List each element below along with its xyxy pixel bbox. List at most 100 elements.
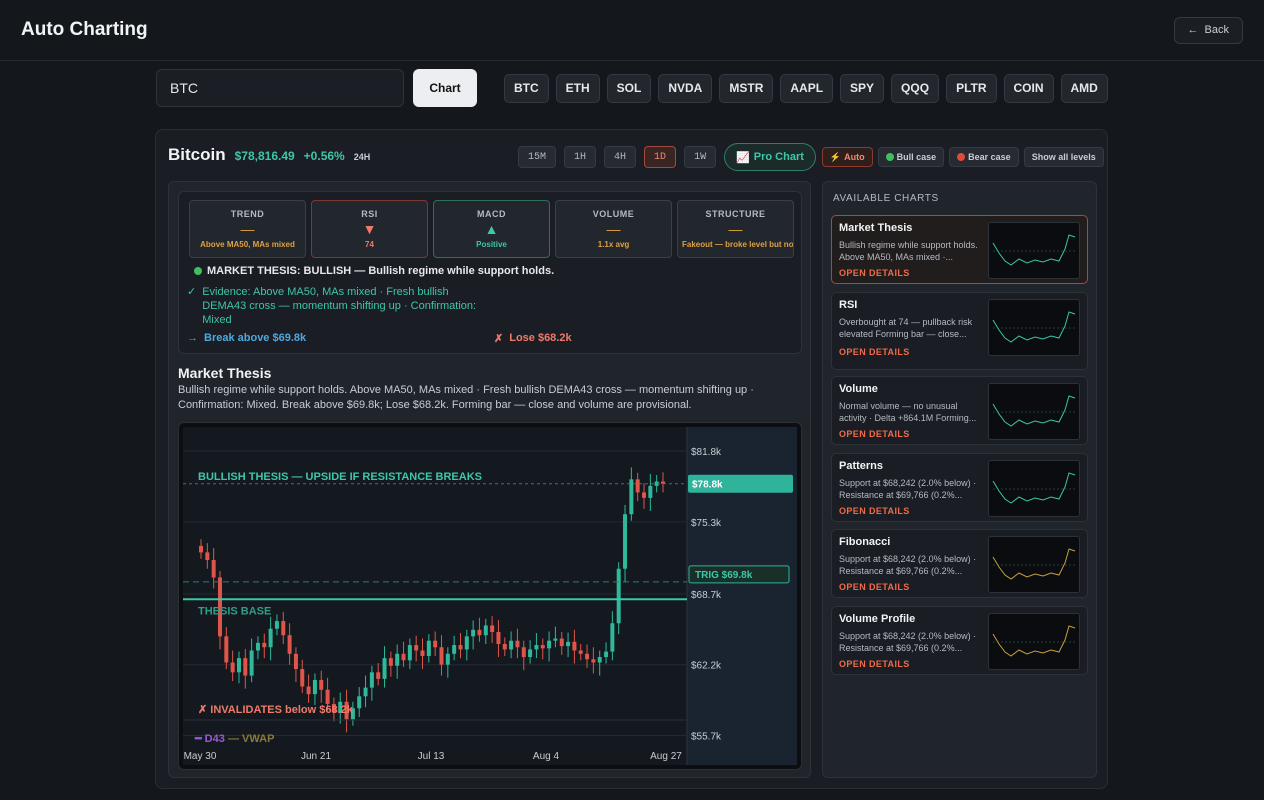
chart-card-market-thesis[interactable]: Market Thesis Bullish regime while suppo… [831, 215, 1088, 284]
back-button[interactable]: ← Back [1173, 16, 1243, 44]
timeframe-1d[interactable]: 1D [644, 146, 677, 168]
candle-body [426, 640, 431, 656]
thesis-evidence: ✓ Evidence: Above MA50, MAs mixed · Fres… [187, 285, 477, 327]
chart-card-rsi[interactable]: RSI Overbought at 74 — pullback risk ele… [831, 292, 1088, 370]
lose-level-text: Lose $68.2k [509, 332, 572, 344]
ticker-sol[interactable]: SOL [606, 73, 652, 103]
ticker-nvda[interactable]: NVDA [658, 73, 713, 103]
ticker-qqq[interactable]: QQQ [891, 73, 940, 103]
open-details-link[interactable]: OPEN DETAILS [839, 659, 910, 669]
metric-label: TREND [230, 209, 265, 219]
metric-label: STRUCTURE [705, 209, 766, 219]
open-details-link[interactable]: OPEN DETAILS [839, 268, 910, 278]
symbol-search-input[interactable] [156, 69, 404, 107]
bull-case-toggle[interactable]: Bull case [877, 147, 945, 167]
timeframe-15m[interactable]: 15M [518, 146, 557, 168]
ticker-pltr[interactable]: PLTR [946, 73, 997, 103]
y-tick-label: $75.3k [691, 518, 722, 529]
candle-body [369, 672, 374, 688]
chart-card-patterns[interactable]: Patterns Support at $68,242 (2.0% below)… [831, 453, 1088, 522]
candle-body [363, 687, 368, 697]
candle-body [249, 650, 254, 676]
candle-body [642, 492, 647, 498]
price-chart[interactable]: $81.8k $75.3k $68.7k $62.2k $55.7k May 30 Jun … [178, 422, 802, 770]
candle-body [243, 658, 248, 676]
thumbnail-line [992, 625, 1076, 657]
green-dot-icon [885, 153, 894, 161]
auto-label: Auto [844, 152, 865, 162]
candle-body [268, 628, 273, 648]
ticker-btc[interactable]: BTC [504, 73, 549, 103]
candle-body [224, 636, 229, 663]
card-thumbnail [988, 222, 1080, 279]
cross-icon: ✗ [494, 333, 504, 345]
candle-body [306, 686, 311, 695]
auto-toggle[interactable]: ⚡ Auto [821, 147, 873, 167]
pro-chart-label: Pro Chart [753, 151, 804, 163]
ticker-coin[interactable]: COIN [1003, 73, 1054, 103]
card-description: Support at $68,242 (2.0% below) · Resist… [839, 478, 977, 500]
open-details-link[interactable]: OPEN DETAILS [839, 582, 910, 592]
timeframe-4h[interactable]: 4H [604, 146, 637, 168]
thumbnail-chart [992, 311, 1077, 343]
thesis-headline: MARKET THESIS: BULLISH — Bullish regime … [194, 265, 554, 277]
thumbnail-line [992, 234, 1076, 266]
card-title: RSI [839, 299, 858, 311]
card-description: Overbought at 74 — pullback risk elevate… [839, 317, 973, 339]
open-details-link[interactable]: OPEN DETAILS [839, 429, 910, 439]
card-description: Bullish regime while support holds. Abov… [839, 240, 978, 262]
candle-body [483, 625, 488, 636]
candle-body [376, 672, 381, 679]
candle-body [616, 568, 621, 624]
card-thumbnail [988, 299, 1080, 356]
open-details-link[interactable]: OPEN DETAILS [839, 506, 910, 516]
y-tick-label: $68.7k [691, 590, 722, 601]
pro-chart-button[interactable]: 📈 Pro Chart [724, 143, 816, 171]
candle-body [635, 479, 640, 493]
signal-summary: TREND — Above MA50, MAs mixed RSI ▼ 74 M… [178, 191, 802, 354]
thumbnail-chart [992, 234, 1077, 266]
timeframe-1h[interactable]: 1H [564, 146, 597, 168]
thumbnail-line [992, 311, 1076, 343]
candle-body [445, 653, 450, 665]
current-price-tag-text: $78.8k [692, 480, 723, 491]
thumbnail-chart [992, 548, 1077, 580]
bear-case-toggle[interactable]: Bear case [949, 147, 1019, 167]
arrow-left-icon: ← [1187, 24, 1199, 36]
available-charts-title: AVAILABLE CHARTS [833, 193, 939, 204]
card-description: Support at $68,242 (2.0% below) · Resist… [839, 554, 977, 576]
show-all-levels-button[interactable]: Show all levels [1023, 147, 1104, 167]
candle-body [199, 545, 203, 553]
candle-body [553, 638, 558, 641]
candle-body [458, 645, 463, 650]
candle-body [274, 621, 279, 629]
lightning-icon: ⚡ [829, 151, 842, 162]
x-tick-label: Aug 27 [650, 751, 682, 762]
ticker-mstr[interactable]: MSTR [719, 73, 774, 103]
thesis-headline-text: MARKET THESIS: BULLISH — Bullish regime … [207, 265, 555, 277]
candle-body [262, 642, 267, 648]
asset-header: Bitcoin $78,816.49 +0.56% 24H [168, 145, 370, 165]
ticker-aapl[interactable]: AAPL [780, 73, 834, 103]
x-tick-label: Aug 4 [533, 751, 560, 762]
ticker-amd[interactable]: AMD [1060, 73, 1108, 103]
timeframe-1w[interactable]: 1W [684, 146, 717, 168]
candle-body [382, 658, 387, 679]
open-details-link[interactable]: OPEN DETAILS [839, 347, 910, 357]
chart-card-fibonacci[interactable]: Fibonacci Support at $68,242 (2.0% below… [831, 529, 1088, 598]
ticker-spy[interactable]: SPY [840, 73, 885, 103]
analysis-panel: Bitcoin $78,816.49 +0.56% 24H 15M 1H 4H 1D 1… [155, 129, 1108, 789]
card-thumbnail [988, 536, 1080, 593]
chart-card-volume-profile[interactable]: Volume Profile Support at $68,242 (2.0% … [831, 606, 1088, 675]
candle-body [452, 645, 457, 654]
candle-body [496, 631, 501, 644]
metric-trend: TREND — Above MA50, MAs mixed [189, 200, 306, 258]
chart-button[interactable]: Chart [413, 69, 477, 107]
candle-body [414, 645, 419, 651]
top-bar: Auto Charting ← Back [0, 0, 1264, 61]
y-tick-label: $81.8k [691, 447, 722, 458]
ticker-eth[interactable]: ETH [555, 73, 600, 103]
chart-card-volume[interactable]: Volume Normal volume — no unusual activi… [831, 376, 1088, 445]
app-title: Auto Charting [21, 19, 148, 40]
candle-body [287, 635, 292, 654]
